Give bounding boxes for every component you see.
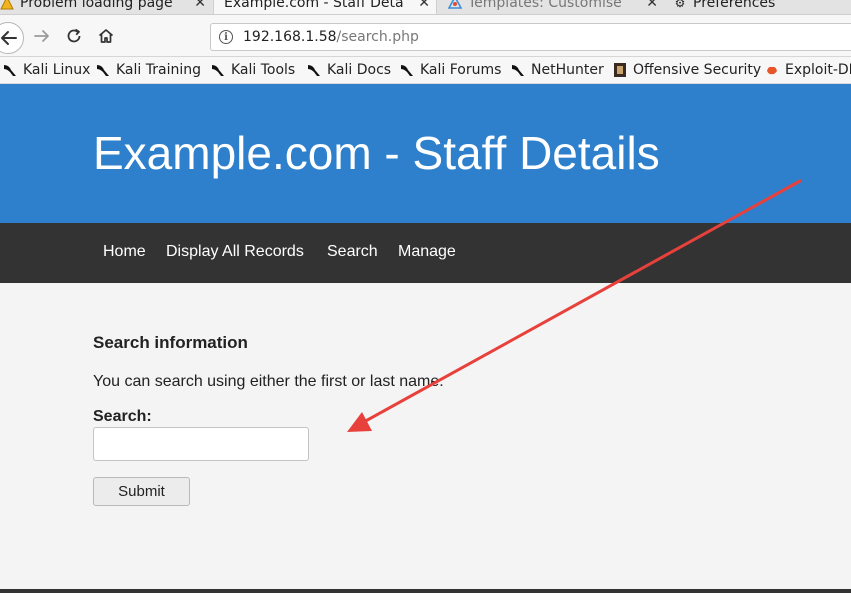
url-path: /search.php — [336, 29, 419, 45]
kali-dragon-icon — [97, 65, 109, 76]
browser-toolbar: i 192.168.1.58/search.php — [0, 15, 851, 57]
forward-button[interactable] — [27, 21, 57, 51]
url-host: 192.168.1.58 — [243, 29, 337, 45]
bookmark-kali-training[interactable]: Kali Training — [95, 60, 201, 80]
nav-home[interactable]: Home — [103, 243, 146, 261]
reload-icon — [67, 28, 81, 43]
site-nav: Home Display All Records Search Manage — [0, 223, 851, 283]
bookmarks-toolbar: Kali Linux Kali Training Kali Tools Kali… — [0, 57, 851, 84]
bookmark-kali-forums[interactable]: Kali Forums — [399, 60, 501, 80]
nav-search[interactable]: Search — [327, 243, 378, 261]
warning-icon — [0, 0, 14, 10]
tab-title: Preferences — [693, 0, 776, 11]
bookmark-label: Offensive Security — [633, 62, 762, 78]
nav-manage[interactable]: Manage — [398, 243, 456, 261]
address-bar[interactable]: i 192.168.1.58/search.php — [210, 23, 851, 51]
search-input[interactable] — [93, 427, 309, 461]
back-button[interactable] — [0, 22, 24, 54]
bookmark-label: Kali Docs — [327, 62, 392, 78]
bookmark-label: Exploit-DB — [785, 62, 851, 78]
bookmark-label: Kali Forums — [420, 62, 502, 78]
tab-title: Problem loading page — [20, 0, 173, 11]
close-icon[interactable]: ✕ — [418, 0, 430, 11]
info-icon[interactable]: i — [219, 30, 233, 44]
tab-templates[interactable]: Templates: Customise (P ✕ — [438, 0, 664, 14]
bookmark-offensive-security[interactable]: Offensive Security — [612, 60, 761, 80]
back-arrow-icon — [1, 31, 17, 45]
home-icon — [98, 29, 114, 43]
tab-title: Example.com - Staff Details — [224, 0, 404, 11]
bookmark-exploit-db[interactable]: Exploit-DB — [764, 60, 851, 80]
bookmark-label: Kali Training — [116, 62, 201, 78]
gear-icon: ⚙ — [674, 0, 686, 10]
template-icon — [448, 0, 462, 10]
nav-display-all-records[interactable]: Display All Records — [166, 243, 304, 261]
section-title: Search information — [93, 333, 248, 352]
kali-dragon-icon — [4, 65, 16, 76]
bookmark-kali-linux[interactable]: Kali Linux — [2, 60, 90, 80]
search-label: Search: — [93, 408, 152, 425]
bookmark-label: Kali Tools — [231, 62, 296, 78]
kali-dragon-icon — [212, 65, 224, 76]
tab-strip: Problem loading page ✕ Example.com - Sta… — [0, 0, 851, 15]
url-text: 192.168.1.58/search.php — [243, 29, 419, 45]
bookmark-nethunter[interactable]: NetHunter — [510, 60, 604, 80]
site-header: Example.com - Staff Details — [0, 84, 851, 223]
forward-arrow-icon — [34, 30, 49, 42]
kali-dragon-icon — [401, 65, 413, 76]
bookmark-label: NetHunter — [531, 62, 604, 78]
tab-staff-details[interactable]: Example.com - Staff Details ✕ — [213, 0, 437, 14]
tab-problem-loading[interactable]: Problem loading page ✕ — [0, 0, 212, 14]
bookmark-kali-tools[interactable]: Kali Tools — [210, 60, 295, 80]
footer-strip — [0, 589, 851, 593]
close-icon[interactable]: ✕ — [194, 0, 206, 11]
site-title: Example.com - Staff Details — [93, 127, 660, 179]
home-button[interactable] — [91, 21, 121, 51]
submit-button[interactable]: Submit — [93, 477, 190, 506]
exploit-db-icon — [767, 66, 777, 75]
tab-title: Templates: Customise (P — [468, 0, 623, 11]
kali-dragon-icon — [308, 65, 320, 76]
kali-dragon-icon — [512, 65, 524, 76]
main-content: Search information You can search using … — [0, 283, 851, 589]
offsec-icon — [614, 63, 626, 77]
close-icon[interactable]: ✕ — [646, 0, 658, 11]
search-description: You can search using either the first or… — [93, 373, 444, 390]
tab-preferences[interactable]: ⚙ Preferences — [665, 0, 851, 14]
bookmark-label: Kali Linux — [23, 62, 91, 78]
reload-button[interactable] — [59, 21, 89, 51]
bookmark-kali-docs[interactable]: Kali Docs — [306, 60, 391, 80]
